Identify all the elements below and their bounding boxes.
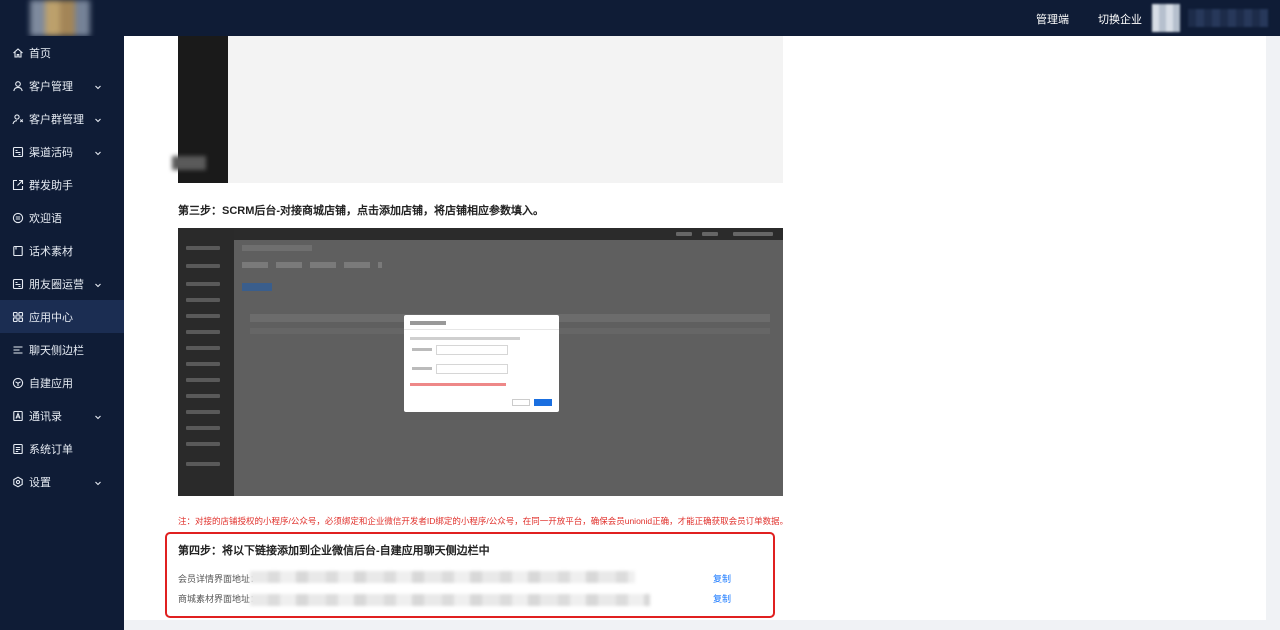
unionid-warning-note: 注：对接的店铺授权的小程序/公众号，必须绑定和企业微信开发者ID绑定的小程序/公… [178, 516, 789, 526]
sidebar-item-channel-qrcode[interactable]: 渠道活码 [0, 135, 124, 168]
sidebar-item-label: 设置 [29, 476, 51, 489]
sidebar-item-label: 话术素材 [29, 245, 73, 258]
company-logo [30, 0, 90, 36]
sidebar-item-label: 自建应用 [29, 377, 73, 390]
sidebar-item-contacts[interactable]: 通讯录 [0, 399, 124, 432]
sidebar-item-customers[interactable]: 客户管理 [0, 69, 124, 102]
sidebar-item-moments[interactable]: 朋友圈运营 [0, 267, 124, 300]
sidebar-item-settings[interactable]: 设置 [0, 465, 124, 498]
cube-icon [12, 377, 24, 389]
sidebar-item-label: 群发助手 [29, 179, 73, 192]
chevron-down-icon [94, 148, 102, 156]
chevron-down-icon [94, 82, 102, 90]
chevron-down-icon [94, 478, 102, 486]
chevron-down-icon [94, 412, 102, 420]
mall-material-url-label: 商城素材界面地址： [178, 594, 260, 604]
gear-icon [12, 476, 24, 488]
step4-heading: 第四步：将以下链接添加到企业微信后台-自建应用聊天侧边栏中 [178, 545, 490, 557]
guide-screenshot-step3 [178, 228, 783, 496]
switch-enterprise-link[interactable]: 切换企业 [1098, 11, 1142, 27]
sidebar-item-welcome[interactable]: 欢迎语 [0, 201, 124, 234]
apps-icon [12, 311, 24, 323]
admin-portal-link[interactable]: 管理端 [1036, 11, 1069, 27]
sidebar: 首页 客户管理 客户群管理 渠道活码 群发助手 欢迎语 话术素材 朋友圈运营 应… [0, 36, 124, 630]
member-detail-url-value [250, 571, 635, 583]
sidebar-item-label: 聊天侧边栏 [29, 344, 84, 357]
sidebar-item-mass-send[interactable]: 群发助手 [0, 168, 124, 201]
user-icon [12, 80, 24, 92]
sidebar-item-label: 系统订单 [29, 443, 73, 456]
chevron-down-icon [94, 280, 102, 288]
copy-member-detail-url-button[interactable]: 复制 [713, 572, 731, 585]
member-detail-url-label: 会员详情界面地址： [178, 574, 260, 584]
sidebar-item-app-center[interactable]: 应用中心 [0, 300, 124, 333]
guide-screenshot-step2 [172, 36, 783, 183]
share-icon [12, 179, 24, 191]
sidebar-item-customer-groups[interactable]: 客户群管理 [0, 102, 124, 135]
sidebar-item-custom-apps[interactable]: 自建应用 [0, 366, 124, 399]
sidebar-item-scripts[interactable]: 话术素材 [0, 234, 124, 267]
sidebar-item-label: 客户管理 [29, 80, 73, 93]
moments-icon [12, 278, 24, 290]
sidebar-item-label: 应用中心 [29, 311, 73, 324]
sidebar-item-label: 客户群管理 [29, 113, 84, 126]
chat-icon [12, 212, 24, 224]
sidebar-item-label: 欢迎语 [29, 212, 62, 225]
sidebar-item-label: 首页 [29, 47, 51, 60]
chevron-down-icon [94, 115, 102, 123]
user-menu[interactable] [1188, 9, 1268, 27]
sidebar-item-orders[interactable]: 系统订单 [0, 432, 124, 465]
sidebar-item-label: 朋友圈运营 [29, 278, 84, 291]
qrcode-icon [12, 146, 24, 158]
sidebar-item-chat-sidebar[interactable]: 聊天侧边栏 [0, 333, 124, 366]
list-icon [12, 344, 24, 356]
copy-mall-material-url-button[interactable]: 复制 [713, 592, 731, 605]
home-icon [12, 47, 24, 59]
bind-store-dialog-preview [404, 315, 559, 412]
step3-heading: 第三步：SCRM后台-对接商城店铺，点击添加店铺，将店铺相应参数填入。 [178, 205, 545, 217]
avatar[interactable] [1152, 4, 1180, 32]
top-bar: 管理端 切换企业 [0, 0, 1280, 36]
book-icon [12, 245, 24, 257]
sidebar-item-home[interactable]: 首页 [0, 36, 124, 69]
sidebar-item-label: 渠道活码 [29, 146, 73, 159]
group-icon [12, 113, 24, 125]
mall-material-url-value [250, 594, 650, 606]
order-icon [12, 443, 24, 455]
sidebar-item-label: 通讯录 [29, 410, 62, 423]
contacts-icon [12, 410, 24, 422]
